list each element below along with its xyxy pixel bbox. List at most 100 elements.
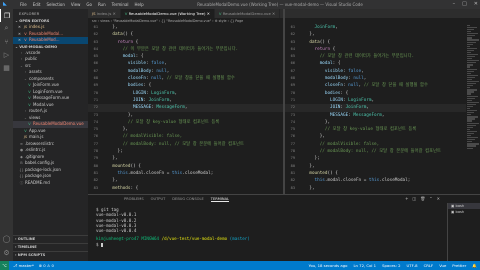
gear-icon[interactable]: ⚙	[0, 246, 13, 259]
minimize-icon[interactable]: –	[453, 1, 456, 7]
title-bar: ◣ File Edit Selection View Go Run Termin…	[0, 0, 480, 9]
chevron-up-icon[interactable]: ⌃	[429, 196, 432, 201]
close-panel-icon[interactable]: ✕	[437, 196, 440, 201]
file-tree-item[interactable]: ⓘ README.md	[13, 180, 88, 187]
code-line: 80 mounted() {	[88, 163, 283, 170]
minimap[interactable]	[466, 24, 480, 194]
line-number: 63	[93, 39, 98, 44]
menu-edit[interactable]: Edit	[33, 2, 41, 7]
maximize-icon[interactable]: □	[462, 1, 467, 7]
close-icon[interactable]: ✕	[271, 11, 275, 16]
line-number: 68	[93, 76, 98, 81]
code-line: 82 },	[88, 177, 283, 184]
minimap-line	[467, 35, 475, 37]
tab-debug-console[interactable]: DEBUG CONSOLE	[172, 197, 203, 201]
minimap-line	[467, 116, 478, 118]
diff-editor-left[interactable]: 61 }, 62 data() {63 return {64 // 이 부분은 모…	[88, 24, 283, 194]
line-number: 75	[93, 127, 98, 132]
minimap-line	[467, 95, 478, 97]
line-number: 62	[290, 32, 295, 37]
code-text: data() {	[112, 32, 134, 38]
sidebar-title: EXPLORER	[19, 12, 40, 16]
line-number: 80	[93, 163, 98, 168]
terminal-output[interactable]: $ git tag vue-modal-v0.0.1 vue-modal-v0.0.…	[96, 207, 426, 247]
editor-tab[interactable]: V ReusableModalDemo.vue (Working Tree) ✕	[120, 9, 215, 18]
run-debug-icon[interactable]: ▷	[0, 48, 13, 61]
line-number: 71	[93, 97, 98, 102]
menu-run[interactable]: Run	[98, 2, 106, 7]
terminal-cursor	[101, 242, 104, 247]
status-item[interactable]: Prettier	[452, 263, 466, 268]
timeline-section[interactable]: › TIMELINE	[13, 243, 88, 249]
minimap-line	[467, 137, 478, 139]
minimap-line	[467, 45, 470, 47]
code-text: methods: {	[112, 185, 139, 191]
add-terminal-icon[interactable]: +	[405, 196, 408, 201]
status-item[interactable]: CRLF	[424, 263, 434, 268]
terminal-item[interactable]: ▣ bash	[448, 209, 480, 215]
code-line: 76 // modalVisible: false,	[88, 133, 283, 140]
terminal-line: vue-modal-v0.0.4	[96, 228, 137, 234]
terminal-input-line[interactable]: $	[96, 242, 426, 247]
close-icon[interactable]: ✕	[17, 37, 22, 44]
minimap-line	[467, 108, 470, 110]
code-line: 63 data() {	[285, 39, 480, 46]
line-number: 83	[93, 185, 98, 190]
status-item[interactable]: You, 18 seconds ago	[309, 263, 348, 268]
code-line: 74 // 모달 창 key-value 형태로 컴포넌트 등록	[88, 119, 283, 126]
code-text: };	[117, 149, 123, 155]
menu-terminal[interactable]: Terminal	[112, 2, 129, 7]
code-text: mounted() {	[112, 163, 141, 169]
search-icon[interactable]: ⌕	[0, 22, 13, 35]
line-number: 67	[290, 68, 295, 73]
line-number: 66	[290, 61, 295, 66]
editor-tab[interactable]: JS index.js ✕	[88, 9, 121, 18]
code-line: 67 modalBody: null,	[88, 68, 283, 75]
line-number: 79	[290, 156, 295, 161]
menu-help[interactable]: Help	[135, 2, 144, 7]
code-line: 67 visible: false,	[285, 68, 480, 75]
close-icon[interactable]: ✕	[205, 11, 210, 16]
status-item[interactable]: Vue	[439, 263, 446, 268]
trash-icon[interactable]: 🗑	[420, 196, 425, 201]
diff-editor-right[interactable]: 61 JoinForm, 62 }, 63 data() {64 return {6…	[285, 24, 480, 194]
status-item[interactable]: UTF-8	[407, 263, 418, 268]
problems-status[interactable]: ⊗ 0 ⚠ 0	[39, 263, 54, 268]
source-control-icon[interactable]: ⑂	[0, 35, 13, 48]
menu-file[interactable]: File	[20, 2, 27, 7]
tab-terminal[interactable]: TERMINAL	[210, 197, 230, 202]
editor-tab[interactable]: V ReusableModalDemo.vue ✕	[214, 9, 281, 18]
menu-view[interactable]: View	[71, 2, 81, 7]
remote-icon[interactable]: ⌥	[0, 261, 9, 270]
outline-section[interactable]: › OUTLINE	[13, 235, 88, 241]
code-line: 68 modalBody: null,	[285, 75, 480, 82]
split-terminal-icon[interactable]: ◫	[412, 196, 416, 201]
code-line: 74 },	[285, 119, 480, 126]
code-line: 79 },	[88, 155, 283, 162]
status-item[interactable]: 🔔	[472, 263, 477, 268]
close-icon[interactable]: ✕	[111, 11, 116, 16]
branch-status[interactable]: ⎇ master*	[13, 263, 34, 268]
menu-selection[interactable]: Selection	[46, 2, 64, 7]
status-item[interactable]: Spaces: 2	[382, 263, 400, 268]
npm-scripts-section[interactable]: › NPM SCRIPTS	[13, 251, 88, 257]
minimap-line	[467, 93, 471, 95]
line-number: 83	[290, 185, 295, 190]
window-controls: – □ ✕	[453, 1, 478, 7]
code-line: 68 closeFn: null, // 모달 창을 닫을 때 실행될 함수	[88, 75, 283, 82]
minimap-line	[467, 60, 479, 62]
minimap-line	[467, 33, 478, 35]
tab-output[interactable]: OUTPUT	[151, 197, 166, 201]
status-item[interactable]: Ln 72, Col 1	[353, 263, 376, 268]
extensions-icon[interactable]: ▦	[0, 61, 13, 74]
minimap-line	[467, 135, 471, 137]
code-line: 75 },	[88, 126, 283, 133]
files-icon[interactable]: ❐	[0, 9, 13, 22]
close-icon[interactable]: ✕	[474, 1, 478, 7]
minimap-line	[467, 132, 474, 135]
menu-go[interactable]: Go	[86, 2, 92, 7]
file-type-icon: ⓘ	[19, 180, 24, 185]
line-number: 70	[93, 90, 98, 95]
account-icon[interactable]: ◯	[0, 232, 13, 245]
tab-problems[interactable]: PROBLEMS	[124, 197, 144, 201]
